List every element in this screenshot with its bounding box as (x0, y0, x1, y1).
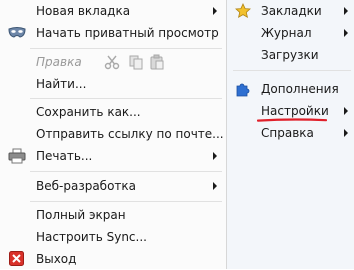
menu-item-label: Сохранить как... (36, 105, 141, 119)
submenu-arrow-icon (344, 29, 348, 37)
menu-item-exit[interactable]: Выход (0, 248, 226, 270)
puzzle-icon (236, 83, 250, 97)
menu-item-edit: Правка (0, 51, 226, 73)
menu-item-label: Правка (36, 55, 82, 69)
menu-item-bookmarks[interactable]: Закладки (227, 0, 354, 22)
menu-item-label: Отправить ссылку по почте... (36, 127, 224, 141)
submenu-arrow-icon (344, 7, 348, 15)
menu-item-help[interactable]: Справка (227, 122, 354, 144)
menu-item-addons[interactable]: Дополнения (227, 78, 354, 100)
cut-icon (104, 55, 120, 70)
menu-separator (30, 171, 222, 172)
menu-item-new-tab[interactable]: Новая вкладка (0, 0, 226, 22)
menu-item-label: Новая вкладка (36, 4, 131, 18)
menu-item-label: Найти... (36, 77, 87, 91)
menu-separator (30, 48, 222, 49)
menu-item-save-as[interactable]: Сохранить как... (0, 101, 226, 123)
exit-icon (9, 251, 24, 266)
menu-item-setup-sync[interactable]: Настроить Sync... (0, 226, 226, 248)
submenu-arrow-icon (213, 182, 217, 190)
menu-item-label: Печать... (36, 149, 93, 163)
submenu-arrow-icon (344, 107, 348, 115)
menu-item-find[interactable]: Найти... (0, 73, 226, 95)
menu-item-label: Полный экран (36, 208, 126, 222)
menu-item-label: Закладки (261, 4, 322, 18)
mask-icon (8, 27, 26, 38)
menu-item-label: Дополнения (261, 82, 339, 96)
menu-separator (233, 70, 351, 71)
paste-icon (150, 54, 164, 70)
menu-item-label: Справка (261, 126, 314, 140)
submenu-arrow-icon (344, 129, 348, 137)
menu-item-label: Настроить Sync... (36, 230, 147, 244)
menu-item-label: Загрузки (261, 48, 319, 62)
menu-separator (30, 98, 222, 99)
menu-item-private-browsing[interactable]: Начать приватный просмотр (0, 22, 226, 44)
menu-item-web-developer[interactable]: Веб-разработка (0, 175, 226, 197)
printer-icon (8, 148, 26, 164)
menu-item-label: Начать приватный просмотр (36, 26, 219, 40)
menu-item-print[interactable]: Печать... (0, 145, 226, 167)
menu-item-label: Настройки (261, 104, 329, 118)
menu-item-history[interactable]: Журнал (227, 22, 354, 44)
menu-item-label: Веб-разработка (36, 179, 137, 193)
menu-item-full-screen[interactable]: Полный экран (0, 204, 226, 226)
main-menu-right-column: Закладки Журнал Загрузки Дополнения Наст… (226, 0, 354, 269)
highlight-underline (257, 118, 327, 122)
menu-separator (30, 201, 222, 202)
copy-icon (129, 55, 143, 70)
star-icon (235, 3, 251, 19)
menu-item-send-link[interactable]: Отправить ссылку по почте... (0, 123, 226, 145)
menu-item-downloads[interactable]: Загрузки (227, 44, 354, 66)
main-menu-left-column: Новая вкладка Начать приватный просмотр … (0, 0, 226, 269)
menu-item-label: Журнал (261, 26, 312, 40)
submenu-arrow-icon (213, 7, 217, 15)
submenu-arrow-icon (213, 152, 217, 160)
menu-item-label: Выход (36, 252, 77, 266)
